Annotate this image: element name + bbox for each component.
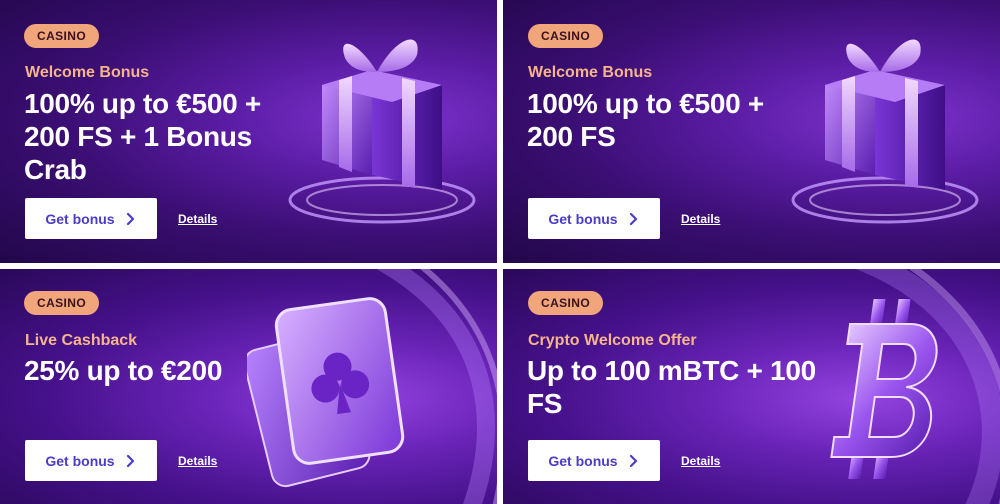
get-bonus-button[interactable]: Get bonus: [25, 440, 157, 481]
promo-subtitle: Welcome Bonus: [25, 64, 150, 81]
promo-headline: 25% up to €200: [24, 355, 223, 386]
get-bonus-label: Get bonus: [45, 452, 115, 469]
chevron-right-icon: [126, 454, 134, 467]
promo-subtitle: Welcome Bonus: [528, 64, 653, 81]
chevron-right-icon: [629, 212, 637, 225]
bitcoin-icon: [830, 299, 938, 479]
category-badge: CASINO: [24, 24, 100, 48]
promo-headline: 100% up to €500 + 200 FS: [527, 88, 764, 152]
get-bonus-button[interactable]: Get bonus: [528, 198, 660, 239]
category-badge: CASINO: [528, 24, 604, 48]
get-bonus-button[interactable]: Get bonus: [528, 440, 660, 481]
get-bonus-label: Get bonus: [548, 452, 618, 469]
playing-cards-icon: [247, 297, 405, 488]
get-bonus-label: Get bonus: [548, 210, 618, 227]
promo-card-crypto-welcome: CASINO Crypto Welcome Offer Up to 100 mB…: [503, 269, 1000, 504]
category-badge: CASINO: [528, 291, 604, 315]
promo-headline: 100% up to €500 + 200 FS + 1 Bonus Crab: [24, 88, 261, 185]
promo-card-welcome-bonus: CASINO Welcome Bonus 100% up to €500 + 2…: [503, 0, 1000, 263]
promo-subtitle: Live Cashback: [25, 332, 138, 349]
promo-headline: Up to 100 mBTC + 100 FS: [527, 355, 816, 419]
get-bonus-label: Get bonus: [45, 210, 115, 227]
details-link[interactable]: Details: [681, 212, 720, 226]
promo-subtitle: Crypto Welcome Offer: [528, 332, 697, 349]
promo-card-welcome-bonus-crab: CASINO Welcome Bonus 100% up to €500 + 2…: [0, 0, 497, 263]
category-badge: CASINO: [24, 291, 100, 315]
details-link[interactable]: Details: [681, 454, 720, 468]
chevron-right-icon: [629, 454, 637, 467]
details-link[interactable]: Details: [178, 212, 217, 226]
promo-card-live-cashback: CASINO Live Cashback 25% up to €200 Get …: [0, 269, 497, 504]
get-bonus-button[interactable]: Get bonus: [25, 198, 157, 239]
details-link[interactable]: Details: [178, 454, 217, 468]
chevron-right-icon: [126, 212, 134, 225]
